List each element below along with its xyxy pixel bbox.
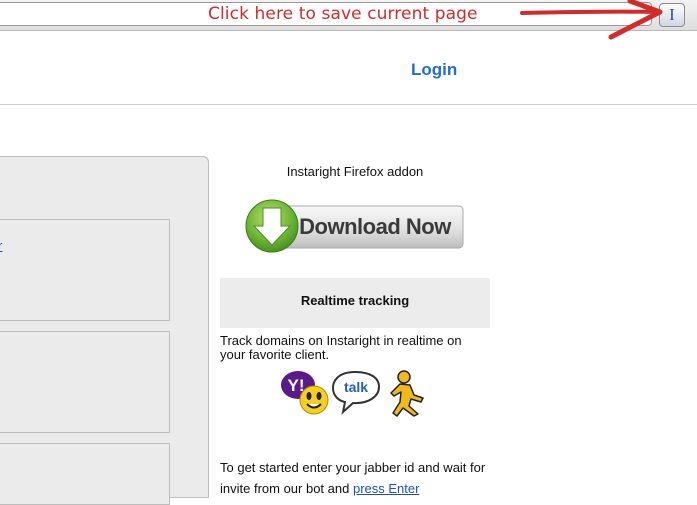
download-now-label: Download Now	[299, 214, 452, 239]
annotation-arrow-icon	[520, 0, 663, 40]
left-panel-box-3	[0, 443, 170, 505]
addon-title: Instaright Firefox addon	[286, 164, 424, 179]
realtime-tracking-title: Realtime tracking	[300, 293, 410, 308]
left-panel-box-1	[0, 219, 170, 321]
left-panel-box-2	[0, 331, 170, 433]
realtime-tracking-description: Track domains on Instaright in realtime …	[220, 333, 462, 362]
svg-text:talk: talk	[344, 379, 368, 395]
press-enter-link[interactable]: press Enter	[353, 481, 419, 496]
login-link[interactable]: Login	[411, 60, 457, 80]
get-started-text: To get started enter your jabber id and …	[220, 457, 492, 499]
client-icons: Y! talk	[281, 370, 424, 417]
download-now-button[interactable]: Download Now	[245, 198, 465, 254]
annotation-text: Click here to save current page	[208, 4, 478, 24]
aim-running-man-icon[interactable]	[390, 370, 424, 417]
header-divider	[0, 104, 697, 105]
yahoo-messenger-icon[interactable]: Y!	[281, 371, 329, 415]
left-panel-link[interactable]: r	[0, 238, 2, 253]
google-talk-icon[interactable]: talk	[331, 370, 381, 415]
realtime-tracking-box: Realtime tracking	[220, 278, 490, 328]
